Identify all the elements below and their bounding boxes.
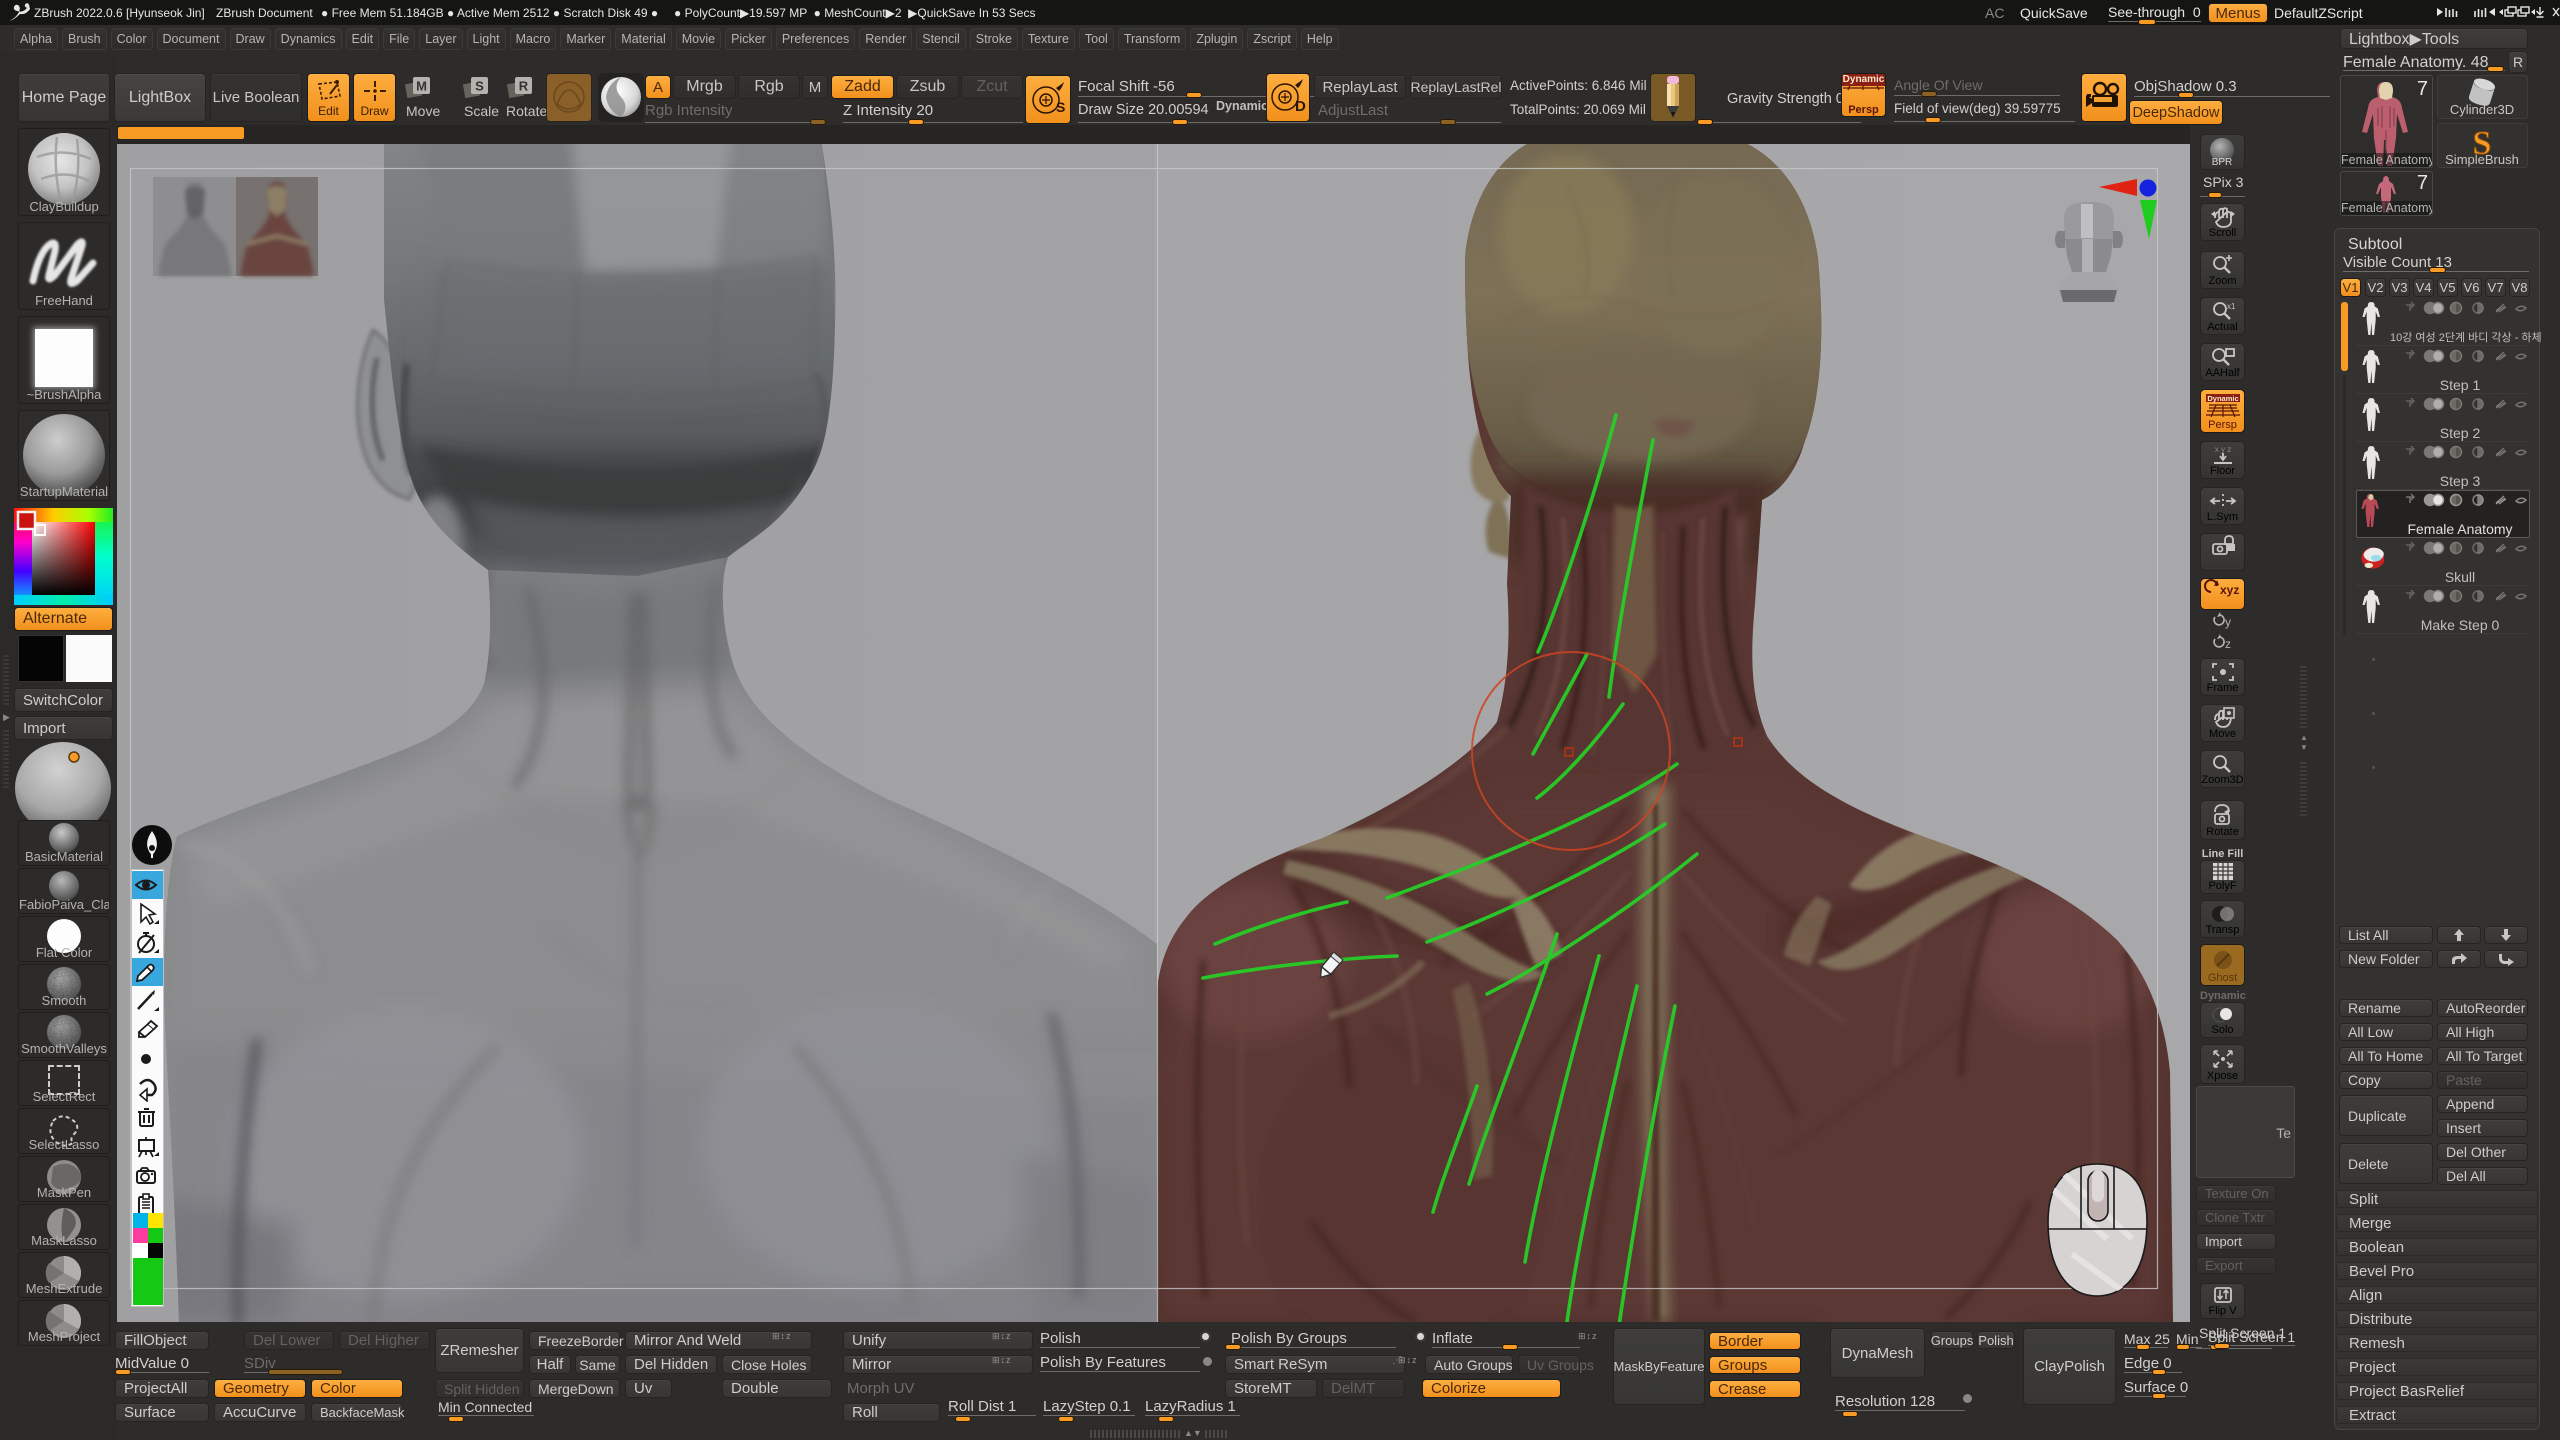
- svg-text:M: M: [416, 79, 427, 94]
- svg-text:D: D: [1295, 98, 1306, 115]
- svg-text:S: S: [1056, 99, 1065, 115]
- svg-text:y: y: [2225, 615, 2231, 629]
- svg-text:BPR: BPR: [2212, 157, 2233, 168]
- svg-text:xyz: xyz: [2220, 583, 2239, 597]
- svg-text:Cylinder3D: Cylinder3D: [2450, 102, 2514, 117]
- svg-text:R: R: [519, 79, 529, 94]
- svg-text:SimpleBrush: SimpleBrush: [2445, 152, 2519, 167]
- svg-text:S: S: [475, 79, 484, 94]
- svg-text:z: z: [2225, 637, 2231, 651]
- svg-text:x1: x1: [2227, 302, 2236, 311]
- svg-text:x y z: x y z: [2214, 445, 2230, 454]
- svg-text:Dynamic: Dynamic: [2207, 394, 2238, 403]
